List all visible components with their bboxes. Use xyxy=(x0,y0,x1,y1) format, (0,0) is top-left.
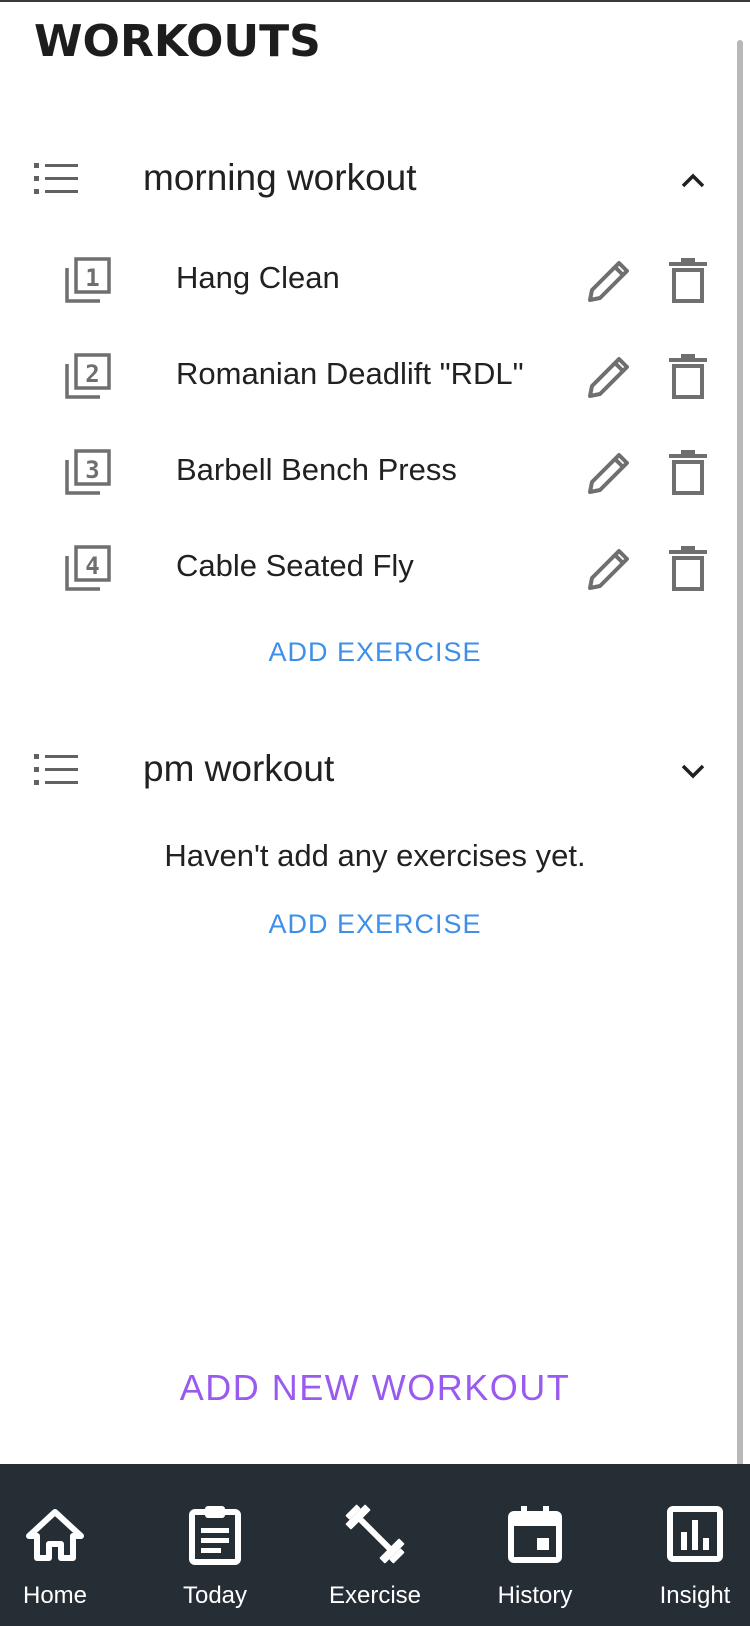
home-icon xyxy=(26,1509,84,1561)
dumbbell-icon xyxy=(345,1504,405,1564)
bar-chart-icon xyxy=(667,1506,723,1562)
exercise-row[interactable]: 1 Hang Clean xyxy=(0,232,730,328)
page-title: WORKOUTS xyxy=(34,16,321,67)
trash-icon[interactable] xyxy=(664,544,712,592)
exercise-row[interactable]: 2 Romanian Deadlift "RDL" xyxy=(0,328,730,424)
number-4-icon: 4 xyxy=(65,545,111,591)
exercise-name: Hang Clean xyxy=(176,260,340,295)
exercise-name: Romanian Deadlift "RDL" xyxy=(176,356,524,391)
exercise-name: Barbell Bench Press xyxy=(176,452,457,487)
empty-exercises-message: Haven't add any exercises yet. xyxy=(164,838,586,873)
add-new-workout-button[interactable]: ADD NEW WORKOUT xyxy=(0,1363,750,1413)
chevron-down-icon[interactable] xyxy=(678,756,708,786)
chevron-up-icon[interactable] xyxy=(678,165,708,195)
pencil-icon[interactable] xyxy=(586,544,634,592)
list-icon[interactable] xyxy=(34,752,78,788)
workout-header-morning[interactable]: morning workout xyxy=(0,145,730,215)
svg-text:2: 2 xyxy=(85,360,99,388)
number-1-icon: 1 xyxy=(65,257,111,303)
pencil-icon[interactable] xyxy=(586,448,634,496)
pencil-icon[interactable] xyxy=(586,352,634,400)
nav-label: Insight xyxy=(659,1582,731,1609)
list-icon[interactable] xyxy=(34,161,78,197)
nav-item-home[interactable]: Home xyxy=(0,1464,125,1626)
bottom-navigation: Home Today Exercise History Insight xyxy=(0,1464,750,1626)
svg-text:1: 1 xyxy=(85,264,99,292)
calendar-icon xyxy=(508,1506,562,1563)
workout-header-pm[interactable]: pm workout xyxy=(0,736,730,806)
nav-label: History xyxy=(497,1582,573,1609)
trash-icon[interactable] xyxy=(664,352,712,400)
add-exercise-button[interactable]: ADD EXERCISE xyxy=(0,904,750,944)
nav-item-exercise[interactable]: Exercise xyxy=(305,1464,445,1626)
nav-label: Home xyxy=(22,1582,88,1609)
nav-label: Exercise xyxy=(328,1582,422,1609)
number-2-icon: 2 xyxy=(65,353,111,399)
nav-item-today[interactable]: Today xyxy=(145,1464,285,1626)
svg-text:3: 3 xyxy=(85,456,99,484)
add-exercise-button[interactable]: ADD EXERCISE xyxy=(0,632,750,672)
exercise-name: Cable Seated Fly xyxy=(176,548,414,583)
svg-text:4: 4 xyxy=(85,552,99,580)
trash-icon[interactable] xyxy=(664,448,712,496)
workout-name: morning workout xyxy=(143,157,417,198)
clipboard-icon xyxy=(189,1506,241,1565)
number-3-icon: 3 xyxy=(65,449,111,495)
nav-label: Today xyxy=(182,1582,248,1609)
top-border xyxy=(0,0,750,2)
trash-icon[interactable] xyxy=(664,256,712,304)
nav-item-history[interactable]: History xyxy=(465,1464,605,1626)
nav-item-insight[interactable]: Insight xyxy=(625,1464,750,1626)
exercise-row[interactable]: 3 Barbell Bench Press xyxy=(0,424,730,520)
exercise-row[interactable]: 4 Cable Seated Fly xyxy=(0,520,730,616)
workout-name: pm workout xyxy=(143,748,335,789)
pencil-icon[interactable] xyxy=(586,256,634,304)
